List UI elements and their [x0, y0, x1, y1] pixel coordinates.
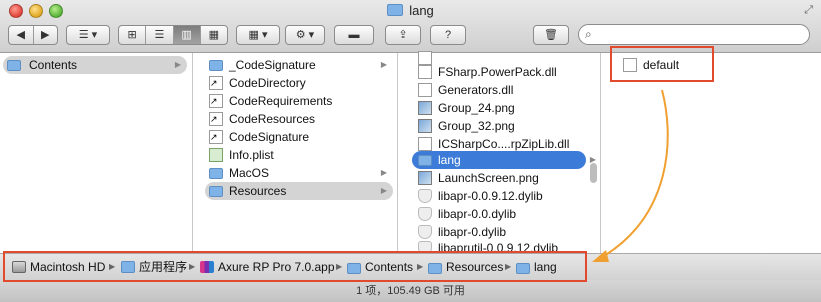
- chevron-right-icon: ▶: [380, 60, 387, 69]
- list-item[interactable]: CodeResources: [209, 110, 393, 128]
- forward-button[interactable]: ▶: [34, 26, 58, 44]
- status-text: 1 项，105.49 GB 可用: [356, 285, 465, 297]
- image-icon: [418, 101, 432, 115]
- action-gear-button[interactable]: ⚙ ▾: [285, 25, 325, 45]
- column-1[interactable]: Contents ▶: [0, 53, 193, 253]
- dylib-icon: [418, 189, 432, 203]
- list-item[interactable]: LaunchScreen.png: [418, 169, 588, 187]
- column-browser: Contents ▶ _CodeSignature ▶ CodeDirector…: [0, 51, 821, 253]
- back-forward-control: ◀ ▶: [8, 25, 58, 45]
- annotation-highlight-path: [3, 251, 587, 282]
- view-mode-control: ⊞ ☰ ▥ ▦: [118, 25, 228, 45]
- list-item[interactable]: Generators.dll: [418, 81, 588, 99]
- search-icon: ⌕: [585, 27, 592, 41]
- fullscreen-arrows-icon[interactable]: ⤢: [804, 4, 813, 17]
- chevron-right-icon: ▶: [380, 186, 387, 195]
- plist-icon: [209, 148, 223, 162]
- annotation-highlight-default: [610, 46, 714, 82]
- column-4[interactable]: default: [601, 53, 821, 253]
- dylib-icon: [418, 207, 432, 221]
- get-info-button[interactable]: ?: [430, 25, 466, 45]
- status-bar: 1 项，105.49 GB 可用: [0, 280, 821, 302]
- alias-document-icon: [209, 128, 223, 146]
- toggle-button[interactable]: ▬: [334, 25, 374, 45]
- arrange-button[interactable]: ☰ ▾: [66, 25, 110, 45]
- folder-icon: [209, 168, 223, 179]
- image-icon: [418, 171, 432, 185]
- arrange-by-button[interactable]: ▦ ▾: [236, 25, 280, 45]
- image-icon: [418, 119, 432, 133]
- column-3[interactable]: FSharp.PowerPack.dll Generators.dll Grou…: [398, 51, 601, 253]
- share-button[interactable]: ⇪: [385, 25, 421, 45]
- trash-button[interactable]: 🗑: [533, 25, 569, 45]
- list-item[interactable]: libapr-0.0.9.12.dylib: [418, 187, 588, 205]
- icon-view-button[interactable]: ⊞: [119, 26, 147, 44]
- list-item[interactable]: FSharp.PowerPack.dll: [418, 63, 588, 81]
- column-view-button[interactable]: ▥: [173, 26, 201, 44]
- list-item[interactable]: _CodeSignature ▶: [209, 56, 393, 74]
- folder-icon: [418, 155, 432, 166]
- finder-window: lang ⤢ ◀ ▶ ☰ ▾ ⊞ ☰ ▥ ▦ ▦ ▾ ⚙ ▾ ▬ ⇪ ? 🗑 ⌕…: [0, 0, 821, 302]
- chevron-right-icon: ▶: [174, 60, 181, 69]
- alias-document-icon: [209, 74, 223, 92]
- list-view-button[interactable]: ☰: [146, 26, 174, 44]
- folder-icon: [209, 60, 223, 71]
- folder-icon: [209, 186, 223, 197]
- coverflow-view-button[interactable]: ▦: [201, 26, 227, 44]
- list-item[interactable]: CodeSignature: [209, 128, 393, 146]
- window-title: lang: [0, 3, 821, 18]
- dylib-icon: [418, 225, 432, 239]
- list-item[interactable]: libapr-0.0.dylib: [418, 205, 588, 223]
- column-3-scrollbar[interactable]: [590, 163, 597, 183]
- list-item-contents[interactable]: Contents ▶: [3, 56, 187, 74]
- list-item[interactable]: MacOS ▶: [209, 164, 393, 182]
- list-item[interactable]: CodeRequirements: [209, 92, 393, 110]
- list-item-lang[interactable]: lang ▶: [412, 151, 596, 169]
- document-icon: [418, 83, 432, 97]
- window-title-text: lang: [409, 3, 434, 18]
- back-button[interactable]: ◀: [9, 26, 34, 44]
- list-item[interactable]: Info.plist: [209, 146, 393, 164]
- list-item-resources[interactable]: Resources ▶: [205, 182, 393, 200]
- document-icon: [418, 137, 432, 151]
- list-item[interactable]: Group_32.png: [418, 117, 588, 135]
- search-input[interactable]: ⌕: [578, 24, 810, 45]
- folder-icon: [387, 4, 404, 16]
- alias-document-icon: [209, 110, 223, 128]
- list-item[interactable]: Group_24.png: [418, 99, 588, 117]
- column-2[interactable]: _CodeSignature ▶ CodeDirectory CodeRequi…: [193, 53, 398, 253]
- folder-icon: [7, 60, 21, 71]
- chevron-right-icon: ▶: [380, 168, 387, 177]
- alias-document-icon: [209, 92, 223, 110]
- document-icon: [418, 65, 432, 79]
- list-item[interactable]: CodeDirectory: [209, 74, 393, 92]
